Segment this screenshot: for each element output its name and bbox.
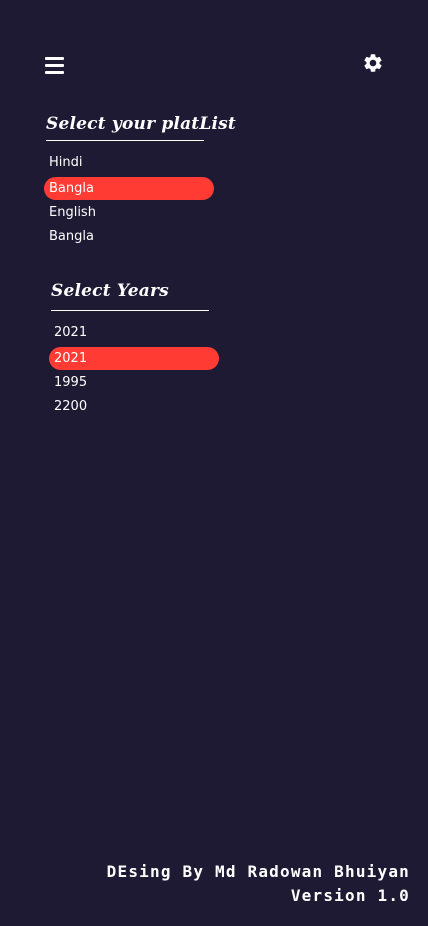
years-section-title: Select Years — [51, 281, 169, 301]
footer: DEsing By Md Radowan Bhuiyan Version 1.0 — [107, 860, 410, 908]
designer-credit: DEsing By Md Radowan Bhuiyan — [106, 862, 410, 881]
playlist-section-title: Select your platList — [46, 114, 236, 134]
years-section-divider — [51, 310, 209, 311]
year-item-2021-selected[interactable]: 2021 — [49, 347, 219, 370]
year-item-1995[interactable]: 1995 — [49, 371, 219, 394]
hamburger-menu-icon[interactable] — [45, 57, 64, 74]
playlist-item-english[interactable]: English — [44, 201, 214, 224]
playlist-section-divider — [46, 140, 204, 141]
version-label: Version 1.0 — [290, 886, 410, 905]
year-item-2200[interactable]: 2200 — [49, 395, 219, 418]
year-item-2021[interactable]: 2021 — [49, 321, 219, 344]
playlist-item-hindi[interactable]: Hindi — [44, 151, 214, 174]
gear-icon[interactable] — [362, 52, 384, 74]
playlist-item-bangla-selected[interactable]: Bangla — [44, 177, 214, 200]
playlist-item-bangla[interactable]: Bangla — [44, 225, 214, 248]
